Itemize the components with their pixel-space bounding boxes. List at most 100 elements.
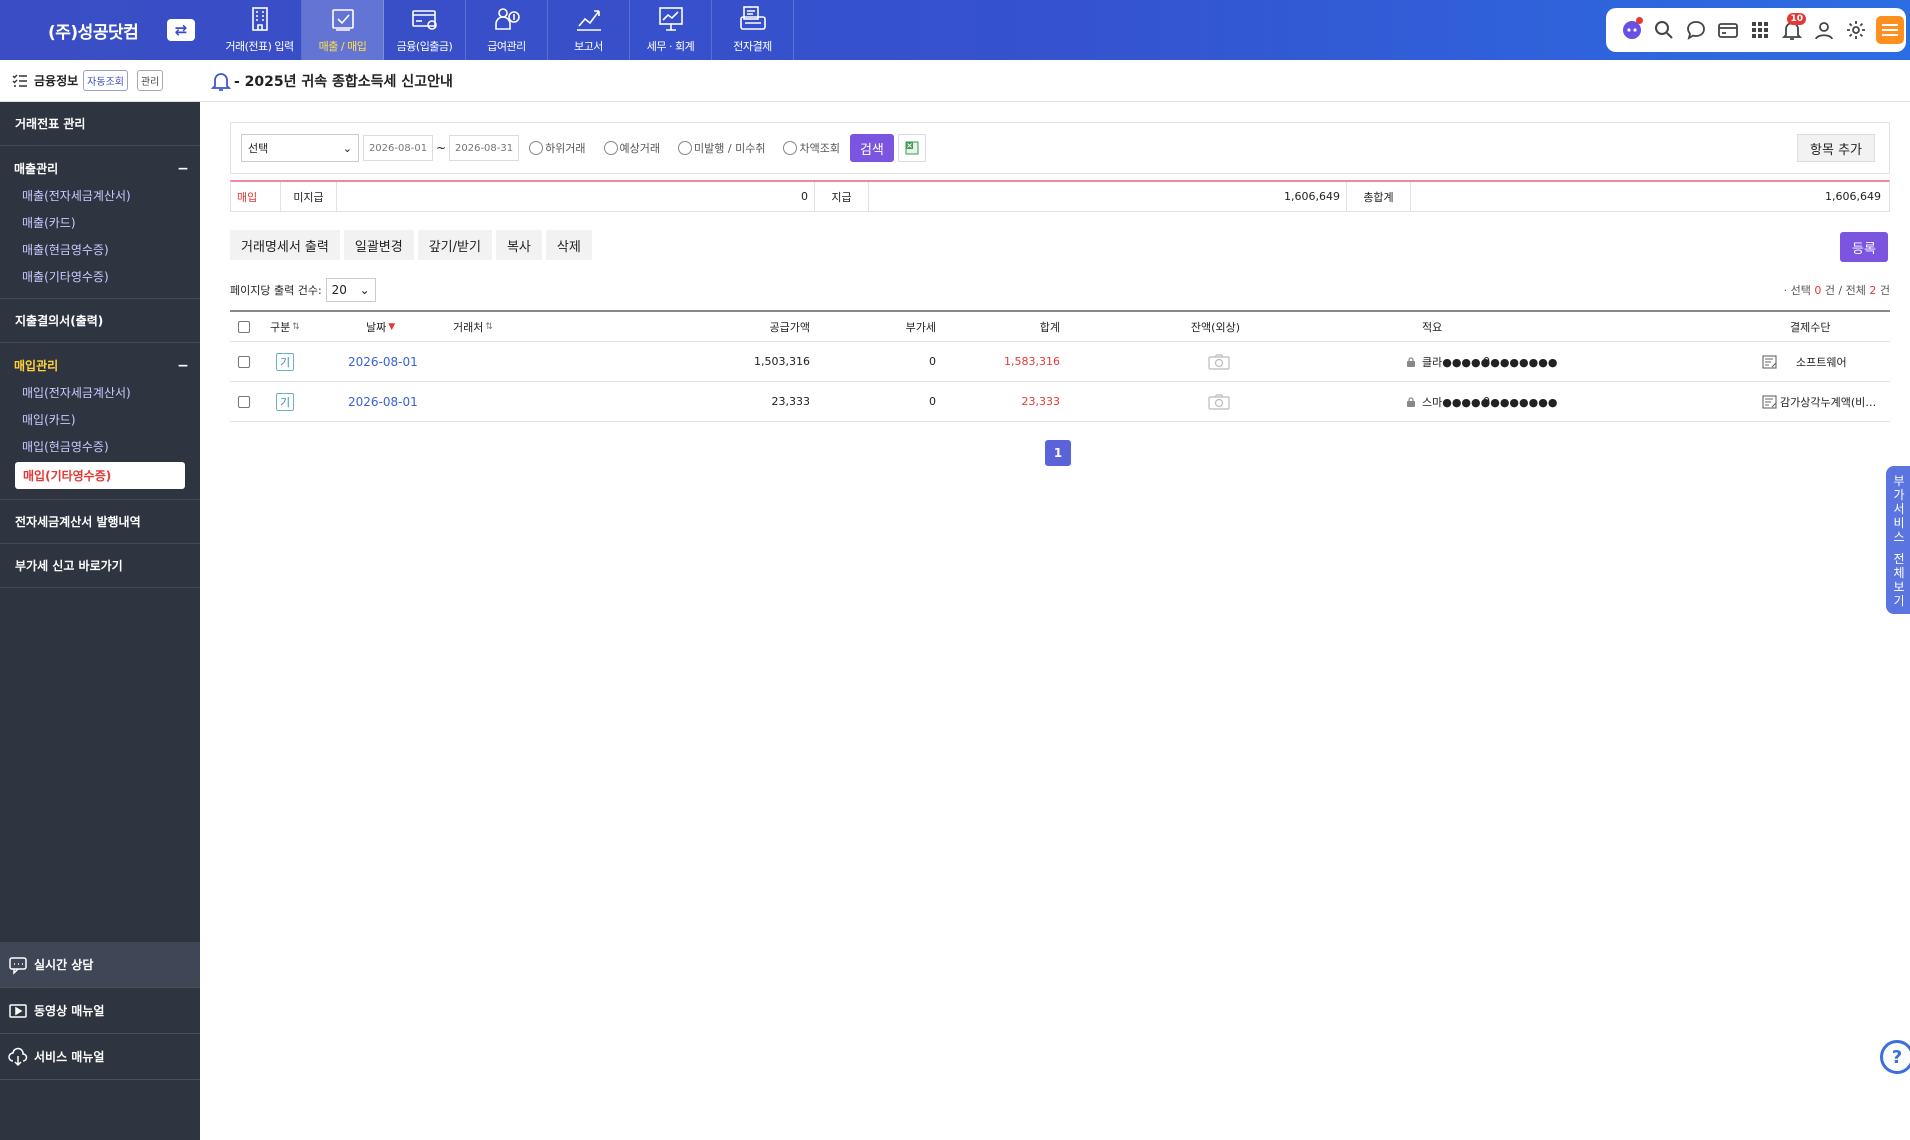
sidebar-item-trade-slip[interactable]: 거래전표 관리 (0, 102, 200, 145)
nav-report[interactable]: 보고서 (548, 0, 630, 60)
tab-char: 전 (1893, 552, 1905, 566)
sidebar-item-expense-report[interactable]: 지출결의서(출력) (0, 299, 200, 342)
repay-button[interactable]: 갚기/받기 (417, 230, 492, 260)
radio-unissued[interactable]: 미발행 / 미수취 (678, 140, 765, 156)
radio-circle[interactable] (783, 141, 798, 155)
date-from-input[interactable]: 2026-08-01 (363, 135, 433, 161)
document-edit-icon[interactable] (1762, 394, 1778, 409)
help-question-icon[interactable]: ? (1880, 1040, 1910, 1074)
print-statement-button[interactable]: 거래명세서 출력 (230, 230, 340, 260)
nav-sales-purchase[interactable]: 매출 / 매입 (302, 0, 384, 60)
switch-company-icon[interactable]: ⇄ (167, 19, 195, 41)
chatbot-button[interactable] (1616, 15, 1648, 45)
delete-button[interactable]: 삭제 (545, 230, 592, 260)
excel-icon (905, 141, 919, 155)
nav-payroll[interactable]: 급여관리 (466, 0, 548, 60)
header-tools: 10 (1606, 8, 1906, 52)
nav-trade-entry[interactable]: 거래(전표) 입력 (218, 0, 302, 60)
table-row[interactable]: 기 2026-08-01 23,333 0 23,333 0 스마●●●●●●●… (230, 382, 1890, 422)
date-range-separator: ~ (436, 141, 447, 155)
hamburger-menu-icon[interactable] (1876, 16, 1904, 44)
memo-cell: 클라●●●●●●●●●●●● (1422, 355, 1558, 369)
select-all-checkbox[interactable] (238, 320, 250, 333)
nav-label: 전자결제 (733, 40, 772, 53)
excel-download-button[interactable] (897, 134, 926, 162)
sidebar-item-sales-card[interactable]: 매출(카드) (0, 209, 200, 236)
tab-char: 가 (1893, 488, 1905, 502)
document-edit-icon[interactable] (1762, 354, 1778, 369)
notification-count-badge: 10 (1787, 13, 1806, 25)
sidebar-item-purchase-cash[interactable]: 매입(현금영수증) (0, 433, 200, 460)
row-checkbox[interactable] (238, 355, 250, 368)
sidebar-item-sales-other[interactable]: 매출(기타영수증) (0, 263, 200, 290)
nav-finance[interactable]: 금융(입출금) (384, 0, 466, 60)
live-chat-button[interactable]: 실시간 상담 (0, 942, 200, 988)
card-button[interactable] (1712, 15, 1744, 45)
sidebar-item-vat-shortcut[interactable]: 부가세 신고 바로가기 (0, 544, 200, 587)
filter-select[interactable]: 선택 ⌄ (241, 134, 359, 162)
video-manual-button[interactable]: 동영상 매뉴얼 (0, 988, 200, 1034)
sidebar-item-sales-etax[interactable]: 매출(전자세금계산서) (0, 182, 200, 209)
unpaid-value: 0 (337, 182, 815, 211)
radio-sub-trade[interactable]: 하위거래 (529, 140, 586, 156)
video-manual-label: 동영상 매뉴얼 (34, 1004, 105, 1018)
table-row[interactable]: 기 2026-08-01 1,503,316 0 1,583,316 0 클라●… (230, 342, 1890, 382)
camera-icon[interactable] (1208, 353, 1230, 370)
collapse-icon[interactable]: − (176, 358, 190, 374)
copy-button[interactable]: 복사 (495, 230, 542, 260)
register-button[interactable]: 등록 (1840, 232, 1888, 262)
sidebar-item-purchase-card[interactable]: 매입(카드) (0, 406, 200, 433)
additional-services-tab[interactable]: 부 가 서 비 스 전 체 보 기 (1886, 466, 1910, 614)
apps-button[interactable] (1744, 15, 1776, 45)
search-button[interactable] (1648, 15, 1680, 45)
header-type[interactable]: 구분 ⇅ (270, 312, 300, 341)
header-vendor[interactable]: 거래처 ⇅ (453, 312, 493, 341)
header-balance: 잔액(외상) (1190, 320, 1240, 334)
search-button[interactable]: 검색 (849, 134, 894, 162)
date-link[interactable]: 2026-08-01 (348, 395, 418, 409)
row-checkbox[interactable] (238, 395, 250, 408)
add-column-button[interactable]: 항목 추가 (1797, 134, 1875, 162)
company-name[interactable]: (주)성공닷컴 (48, 18, 139, 43)
sidebar-group-purchase[interactable]: 매입관리 − (0, 343, 200, 379)
date-link[interactable]: 2026-08-01 (348, 355, 418, 369)
total-cell: 1,583,316 (1004, 355, 1060, 368)
sidebar-item-etax-history[interactable]: 전자세금계산서 발행내역 (0, 500, 200, 543)
record-counts: · 선택 0 건 / 전체 2 건 (1784, 282, 1890, 298)
sidebar-item-sales-cash[interactable]: 매출(현금영수증) (0, 236, 200, 263)
collapse-icon[interactable]: − (176, 161, 190, 177)
e-payment-icon (739, 6, 766, 30)
sidebar-item-purchase-other[interactable]: 매입(기타영수증) (15, 462, 185, 489)
settings-button[interactable] (1840, 15, 1872, 45)
nav-label: 보고서 (574, 40, 603, 53)
sidebar-section-sales: 매출관리 − 매출(전자세금계산서) 매출(카드) 매출(현금영수증) 매출(기… (0, 146, 200, 299)
main-content: - 2025년 귀속 종합소득세 신고안내 선택 ⌄ 2026-08-01 ~ … (200, 60, 1910, 1140)
page-1-button[interactable]: 1 (1045, 440, 1071, 466)
supply-cell: 23,333 (771, 395, 811, 408)
profile-button[interactable] (1808, 15, 1840, 45)
radio-expected-trade[interactable]: 예상거래 (603, 140, 660, 156)
nav-e-payment[interactable]: 전자결제 (712, 0, 794, 60)
sidebar-item-purchase-etax[interactable]: 매입(전자세금계산서) (0, 379, 200, 406)
radio-difference[interactable]: 차액조회 (783, 140, 840, 156)
header-supply: 공급가액 (769, 320, 810, 334)
sidebar-group-sales[interactable]: 매출관리 − (0, 146, 200, 182)
service-manual-button[interactable]: 서비스 매뉴얼 (0, 1034, 200, 1080)
header-date[interactable]: 날짜 ▼ (366, 312, 395, 341)
radio-circle[interactable] (529, 141, 544, 155)
manage-button[interactable]: 관리 (136, 70, 164, 91)
cloud-download-icon (8, 1047, 28, 1066)
sort-icon: ⇅ (292, 321, 300, 332)
auto-query-button[interactable]: 자동조회 (83, 70, 128, 91)
nav-tax-accounting[interactable]: 세무 · 회계 (630, 0, 712, 60)
notice-banner[interactable]: - 2025년 귀속 종합소득세 신고안내 (210, 70, 453, 92)
radio-circle[interactable] (603, 141, 618, 155)
date-to-input[interactable]: 2026-08-31 (449, 135, 520, 161)
notice-text: - 2025년 귀속 종합소득세 신고안내 (234, 74, 453, 90)
message-button[interactable] (1680, 15, 1712, 45)
camera-icon[interactable] (1208, 393, 1230, 410)
bulk-change-button[interactable]: 일괄변경 (343, 230, 414, 260)
notifications-button[interactable]: 10 (1776, 13, 1808, 45)
radio-circle[interactable] (678, 141, 693, 155)
rows-per-page-select[interactable]: 20 ⌄ (325, 278, 376, 302)
